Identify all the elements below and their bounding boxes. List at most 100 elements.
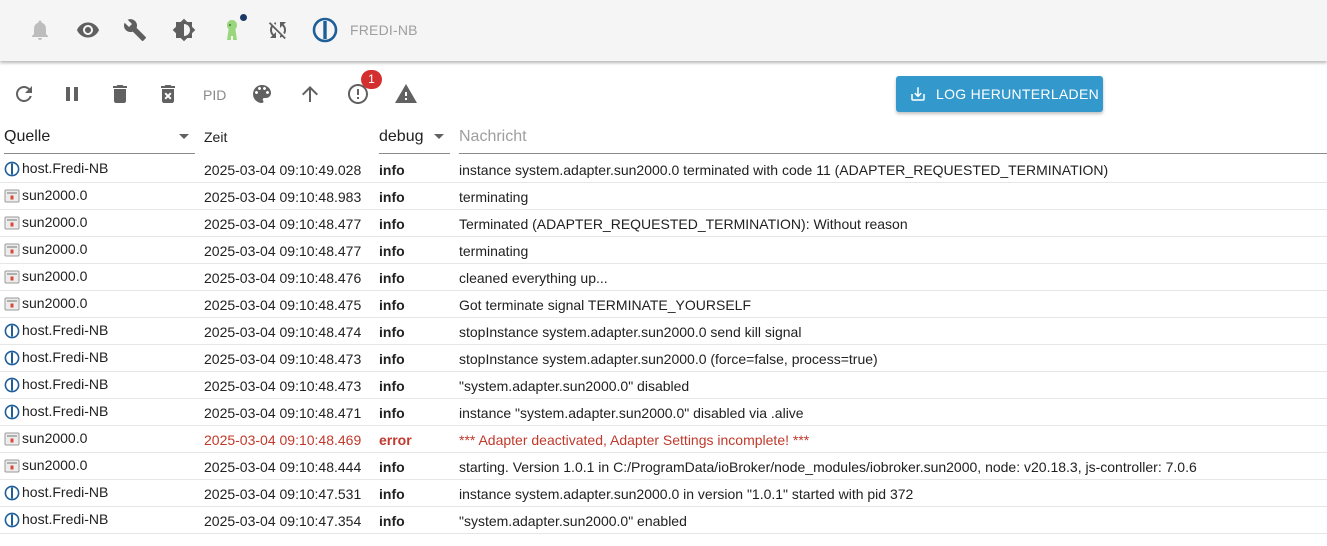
log-severity: error (379, 432, 412, 448)
log-row: sun2000.0 2025-03-04 09:10:48.475 info G… (0, 291, 1327, 318)
host-icon (4, 161, 20, 177)
download-label: LOG HERUNTERLADEN (936, 86, 1100, 102)
log-row: host.Fredi-NB 2025-03-04 09:10:47.531 in… (0, 480, 1327, 507)
message-filter-input[interactable]: Nachricht (459, 128, 527, 146)
message-filter-underline (459, 153, 1327, 154)
log-time: 2025-03-04 09:10:48.475 (204, 297, 362, 313)
source-filter[interactable]: Quelle (4, 128, 50, 146)
log-row: sun2000.0 2025-03-04 09:10:48.469 error … (0, 426, 1327, 453)
palette-icon[interactable] (250, 82, 274, 106)
source-dropdown-icon[interactable] (179, 134, 189, 139)
log-row: host.Fredi-NB 2025-03-04 09:10:48.474 in… (0, 318, 1327, 345)
log-row: sun2000.0 2025-03-04 09:10:48.444 info s… (0, 453, 1327, 480)
log-source-name: host.Fredi-NB (22, 403, 109, 419)
source-filter-underline (4, 153, 195, 154)
arrow-up-icon[interactable] (298, 82, 322, 106)
log-message: stopInstance system.adapter.sun2000.0 (f… (459, 351, 878, 367)
adapter-icon (4, 269, 20, 285)
log-row: host.Fredi-NB 2025-03-04 09:10:48.471 in… (0, 399, 1327, 426)
log-severity: info (379, 324, 405, 340)
log-severity: info (379, 297, 405, 313)
download-log-button[interactable]: LOG HERUNTERLADEN (896, 76, 1103, 112)
log-source-name: host.Fredi-NB (22, 322, 109, 338)
log-row: host.Fredi-NB 2025-03-04 09:10:48.473 in… (0, 345, 1327, 372)
log-message: instance system.adapter.sun2000.0 termin… (459, 162, 1109, 178)
log-time: 2025-03-04 09:10:48.477 (204, 243, 362, 259)
app-bar: FREDI-NB (0, 0, 1327, 61)
adapter-icon (4, 242, 20, 258)
log-row: host.Fredi-NB 2025-03-04 09:10:48.473 in… (0, 372, 1327, 399)
log-time: 2025-03-04 09:10:48.983 (204, 189, 362, 205)
log-severity: info (379, 189, 405, 205)
log-source-name: host.Fredi-NB (22, 160, 109, 176)
log-time: 2025-03-04 09:10:49.028 (204, 162, 362, 178)
host-icon (4, 377, 20, 393)
adapter-icon (4, 458, 20, 474)
log-source-name: host.Fredi-NB (22, 376, 109, 392)
bell-icon[interactable] (28, 18, 52, 42)
log-time: 2025-03-04 09:10:48.473 (204, 378, 362, 394)
log-severity: info (379, 513, 405, 529)
log-time: 2025-03-04 09:10:48.474 (204, 324, 362, 340)
log-source-name: sun2000.0 (22, 241, 88, 257)
notification-dot (240, 14, 247, 21)
pause-icon[interactable] (60, 82, 84, 106)
log-severity: info (379, 243, 405, 259)
adapter-icon (4, 188, 20, 204)
eye-icon[interactable] (76, 18, 100, 42)
host-icon (4, 485, 20, 501)
log-message: instance system.adapter.sun2000.0 in ver… (459, 486, 914, 502)
log-severity: info (379, 270, 405, 286)
log-source-name: sun2000.0 (22, 268, 88, 284)
pid-toggle-button[interactable]: PID (203, 87, 226, 103)
log-time: 2025-03-04 09:10:47.354 (204, 513, 362, 529)
log-source-name: host.Fredi-NB (22, 349, 109, 365)
log-row: sun2000.0 2025-03-04 09:10:48.983 info t… (0, 183, 1327, 210)
log-message: Terminated (ADAPTER_REQUESTED_TERMINATIO… (459, 216, 908, 232)
download-icon (911, 87, 925, 101)
error-count-badge: 1 (361, 70, 382, 89)
refresh-icon[interactable] (12, 82, 36, 106)
log-severity: info (379, 216, 405, 232)
log-message: *** Adapter deactivated, Adapter Setting… (459, 432, 810, 448)
level-dropdown-icon[interactable] (434, 134, 444, 139)
delete-icon[interactable] (108, 82, 132, 106)
wrench-icon[interactable] (123, 18, 147, 42)
host-icon (4, 323, 20, 339)
log-message: instance "system.adapter.sun2000.0" disa… (459, 405, 804, 421)
host-icon (4, 404, 20, 420)
level-filter-underline (379, 153, 450, 154)
log-time: 2025-03-04 09:10:48.469 (204, 432, 362, 448)
host-name: FREDI-NB (350, 22, 418, 38)
level-filter[interactable]: debug (379, 128, 424, 146)
log-severity: info (379, 378, 405, 394)
log-message: "system.adapter.sun2000.0" enabled (459, 513, 687, 529)
log-source-name: host.Fredi-NB (22, 484, 109, 500)
time-column-header: Zeit (204, 129, 228, 145)
sync-off-icon[interactable] (266, 18, 290, 42)
log-source-name: sun2000.0 (22, 187, 88, 203)
log-row: sun2000.0 2025-03-04 09:10:48.477 info T… (0, 210, 1327, 237)
warning-icon[interactable] (394, 82, 418, 106)
log-source-name: sun2000.0 (22, 430, 88, 446)
person-icon[interactable] (220, 18, 244, 42)
brightness-icon[interactable] (172, 18, 196, 42)
host-icon (4, 350, 20, 366)
log-message: cleaned everything up... (459, 270, 608, 286)
delete-forever-icon[interactable] (156, 82, 180, 106)
iobroker-logo[interactable] (312, 17, 338, 43)
log-severity: info (379, 405, 405, 421)
log-message: Got terminate signal TERMINATE_YOURSELF (459, 297, 752, 313)
log-message: starting. Version 1.0.1 in C:/ProgramDat… (459, 459, 1197, 475)
log-message: terminating (459, 189, 529, 205)
log-message: "system.adapter.sun2000.0" disabled (459, 378, 690, 394)
log-message: stopInstance system.adapter.sun2000.0 se… (459, 324, 802, 340)
log-message: terminating (459, 243, 529, 259)
log-source-name: host.Fredi-NB (22, 511, 109, 527)
log-row: host.Fredi-NB 2025-03-04 09:10:47.354 in… (0, 507, 1327, 534)
host-icon (4, 512, 20, 528)
adapter-icon (4, 215, 20, 231)
log-time: 2025-03-04 09:10:48.471 (204, 405, 362, 421)
log-table: host.Fredi-NB 2025-03-04 09:10:49.028 in… (0, 156, 1327, 534)
log-source-name: sun2000.0 (22, 457, 88, 473)
